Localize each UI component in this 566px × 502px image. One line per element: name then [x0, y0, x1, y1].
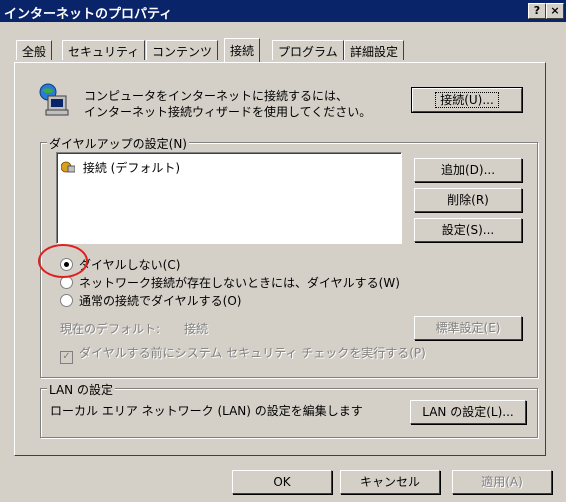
radio-button[interactable] — [60, 294, 73, 307]
window-title: インターネットのプロパティ — [4, 7, 173, 22]
radio-dial-when-no-network[interactable]: ネットワーク接続が存在しないときには、ダイヤルする(W) — [60, 274, 400, 292]
list-item[interactable]: 接続 (デフォルト) — [60, 159, 181, 176]
set-default-button[interactable]: 標準設定(E) — [414, 316, 522, 340]
globe-computer-icon — [36, 82, 72, 118]
add-button[interactable]: 追加(D)... — [414, 158, 522, 182]
current-default-label: 現在のデフォルト: — [60, 322, 161, 336]
radio-dial-when-no-network-label: ネットワーク接続が存在しないときには、ダイヤルする(W) — [79, 276, 400, 290]
lan-group-label: LAN の設定 — [47, 381, 115, 398]
tab-programs[interactable]: プログラム — [272, 40, 344, 60]
tab-general[interactable]: 全般 — [16, 40, 53, 60]
security-check-checkbox[interactable]: ✓ — [60, 351, 73, 364]
remove-button[interactable]: 削除(R) — [414, 188, 522, 212]
lan-description: ローカル エリア ネットワーク (LAN) の設定を編集します — [50, 404, 363, 418]
tab-content[interactable]: コンテンツ — [146, 40, 219, 60]
connect-text-line2: インターネット接続ウィザードを使用してください。 — [84, 105, 372, 119]
connect-description: コンピュータをインターネットに接続するには、 インターネット接続ウィザードを使用… — [84, 88, 371, 120]
connection-icon — [60, 161, 76, 173]
list-item-label: 接続 (デフォルト) — [82, 161, 181, 175]
connection-list[interactable]: 接続 (デフォルト) — [56, 152, 402, 244]
radio-always-dial-label: 通常の接続でダイヤルする(O) — [79, 294, 242, 308]
connect-button[interactable]: 接続(U)... — [411, 87, 523, 113]
tab-advanced[interactable]: 詳細設定 — [344, 40, 405, 60]
current-default-value: 接続 — [184, 322, 209, 336]
tab-connections[interactable]: 接続 — [224, 38, 261, 62]
connect-button-label: 接続(U)... — [435, 92, 499, 108]
connect-text-line1: コンピュータをインターネットに接続するには、 — [84, 89, 349, 103]
dialup-group-label: ダイヤルアップの設定(N) — [47, 135, 189, 152]
lan-settings-button[interactable]: LAN の設定(L)... — [410, 400, 526, 424]
help-button[interactable]: ? — [528, 3, 546, 19]
ok-button[interactable]: OK — [232, 470, 332, 494]
security-check-label: ダイヤルする前にシステム セキュリティ チェックを実行する(P) — [79, 346, 426, 360]
security-check-option[interactable]: ✓ ダイヤルする前にシステム セキュリティ チェックを実行する(P) — [60, 344, 426, 364]
highlight-circle — [38, 244, 88, 278]
radio-never-dial-label: ダイヤルしない(C) — [79, 258, 181, 272]
settings-button[interactable]: 設定(S)... — [414, 218, 522, 242]
cancel-button[interactable]: キャンセル — [340, 470, 440, 494]
radio-always-dial[interactable]: 通常の接続でダイヤルする(O) — [60, 292, 241, 310]
apply-button[interactable]: 適用(A) — [452, 470, 552, 494]
close-button[interactable]: × — [546, 3, 564, 19]
tab-security[interactable]: セキュリティ — [62, 40, 146, 60]
title-bar[interactable]: インターネットのプロパティ ? × — [0, 0, 566, 22]
properties-window: インターネットのプロパティ ? × 全般 セキュリティ コンテンツ 接続 プログ… — [0, 0, 566, 502]
